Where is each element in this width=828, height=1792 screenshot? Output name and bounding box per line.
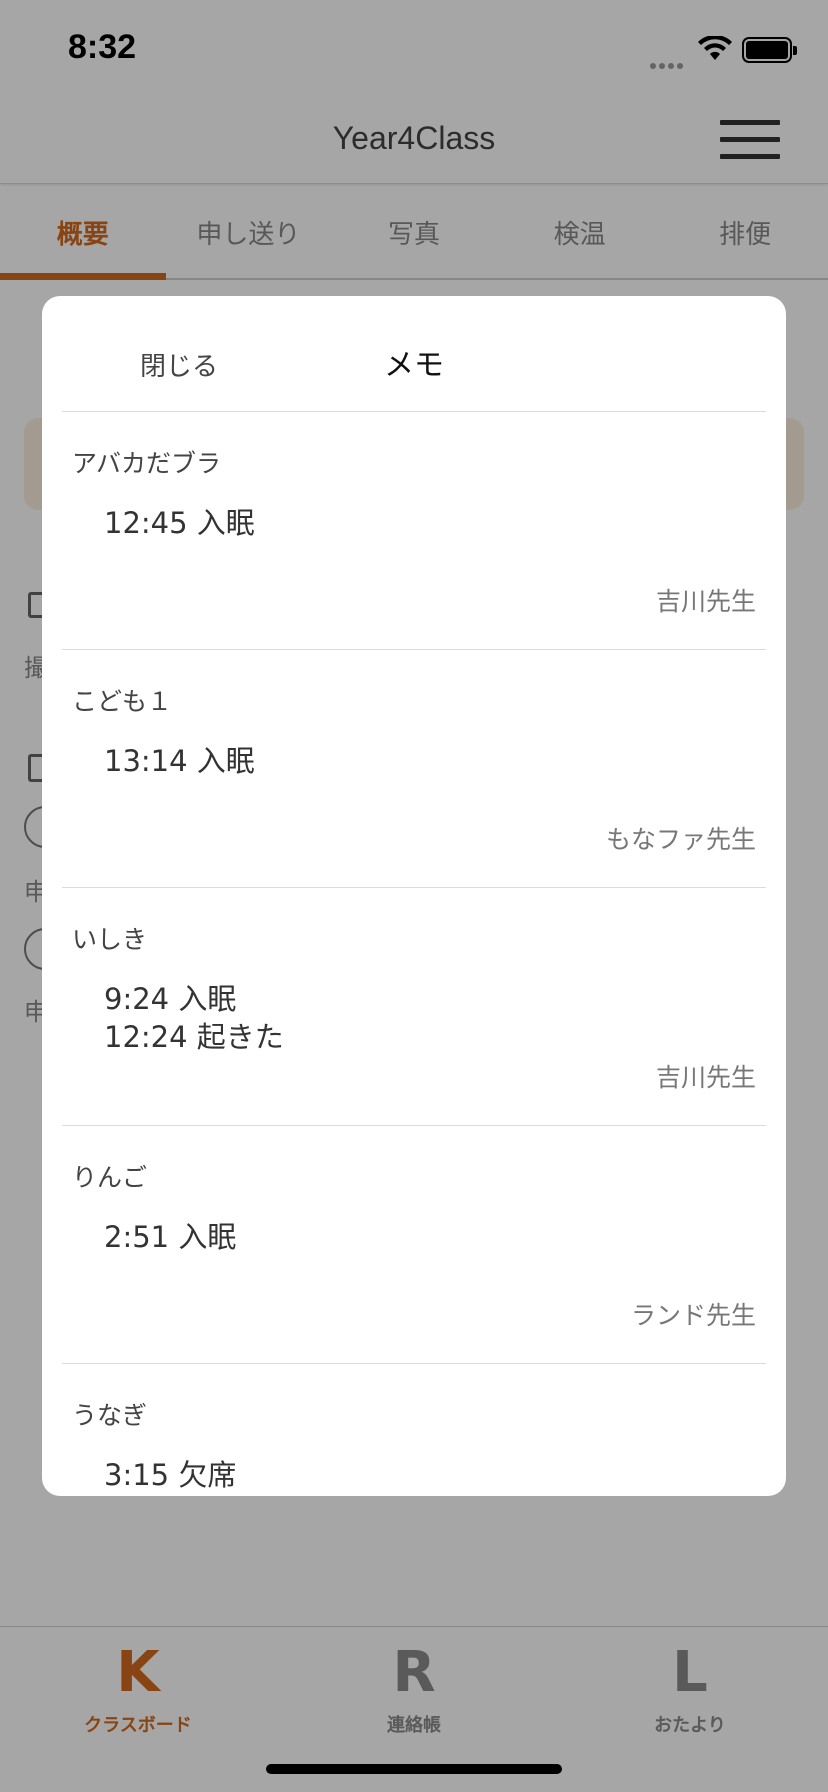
list-item: いしき 9:24 入眠 12:24 起きた 吉川先生 (62, 888, 766, 1126)
memo-line: 9:24 入眠 (104, 982, 237, 1016)
modal-header: 閉じる メモ (62, 296, 766, 412)
teacher-name: もなファ先生 (605, 825, 756, 854)
teacher-name: 吉川先生 (655, 587, 756, 616)
memo-line: 2:51 入眠 (104, 1220, 237, 1254)
list-item: りんご 2:51 入眠 ランド先生 (62, 1126, 766, 1364)
memo-modal: 閉じる メモ アバカだブラ 12:45 入眠 吉川先生 こども１ 13:14 入… (42, 296, 786, 1496)
memo-list: アバカだブラ 12:45 入眠 吉川先生 こども１ 13:14 入眠 もなファ先… (62, 412, 766, 1496)
memo-line: 3:15 欠席 (104, 1458, 237, 1492)
list-item: アバカだブラ 12:45 入眠 吉川先生 (62, 412, 766, 650)
child-name: こども１ (72, 687, 173, 716)
child-name: いしき (72, 925, 148, 954)
memo-text: 12:45 入眠 (104, 504, 255, 542)
child-name: アバカだブラ (72, 449, 222, 478)
child-name: りんご (72, 1163, 148, 1192)
memo-line: 12:24 起きた (104, 1020, 284, 1054)
child-name: うなぎ (72, 1401, 148, 1430)
memo-text: 2:51 入眠 (104, 1218, 236, 1256)
memo-line: 12:45 入眠 (104, 506, 255, 540)
list-item: こども１ 13:14 入眠 もなファ先生 (62, 650, 766, 888)
memo-text: 3:15 欠席 (104, 1456, 236, 1494)
teacher-name: 吉川先生 (655, 1063, 756, 1092)
home-indicator (266, 1764, 562, 1774)
memo-text: 13:14 入眠 (104, 742, 255, 780)
memo-text: 9:24 入眠 12:24 起きた (104, 980, 284, 1056)
modal-title: メモ (384, 348, 444, 383)
memo-line: 13:14 入眠 (104, 744, 255, 778)
list-item: うなぎ 3:15 欠席 (62, 1364, 766, 1496)
teacher-name: ランド先生 (630, 1301, 756, 1330)
